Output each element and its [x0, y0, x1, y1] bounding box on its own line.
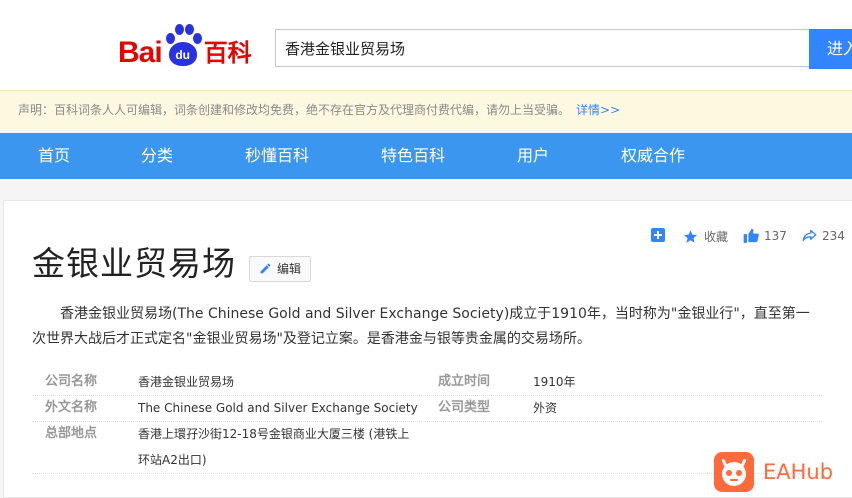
baidu-baike-logo[interactable]: Bai du 百科	[118, 22, 252, 68]
plus-square-icon	[651, 228, 665, 242]
info-label: 公司名称	[45, 374, 98, 389]
nav-item-video-baike[interactable]: 秒懂百科	[245, 133, 309, 179]
info-row: 外文名称 The Chinese Gold and Silver Exchang…	[32, 395, 422, 422]
paw-icon: du	[163, 24, 203, 68]
pencil-icon	[260, 263, 271, 274]
edit-label: 编辑	[277, 262, 302, 276]
info-value: 香港上環孖沙街12-18号金银商业大厦三楼 (港铁上环站A2出口)	[138, 427, 410, 467]
like-count: 137	[764, 228, 787, 243]
like-button[interactable]: 137	[743, 228, 787, 243]
info-value: 香港金银业贸易场	[138, 375, 235, 389]
info-label: 外文名称	[45, 400, 98, 415]
info-label: 总部地点	[45, 426, 98, 441]
disclaimer-notice: 声明：百科词条人人可编辑，词条创建和修改均免费，绝不存在官方及代理商付费代编，请…	[0, 90, 852, 130]
search-input[interactable]: 香港金银业贸易场	[275, 29, 809, 67]
search-button[interactable]: 进入词条	[809, 29, 852, 98]
share-button[interactable]: 234	[802, 228, 845, 243]
star-icon	[683, 230, 698, 243]
header: Bai du 百科 香港金银业贸易场 进入词条	[0, 0, 852, 98]
nav-item-featured[interactable]: 特色百科	[381, 133, 445, 179]
nav-item-user[interactable]: 用户	[517, 133, 549, 179]
logo-bai-text: Bai	[118, 36, 163, 69]
favorite-button[interactable]: 收藏	[683, 228, 728, 245]
robot-icon	[714, 452, 754, 492]
logo-du-text: du	[168, 42, 197, 66]
info-value: The Chinese Gold and Silver Exchange Soc…	[138, 401, 418, 415]
info-row: 公司名称 香港金银业贸易场	[32, 369, 422, 396]
eahub-watermark: EAHub	[714, 452, 833, 492]
nav-item-home[interactable]: 首页	[38, 133, 70, 179]
main-nav: 首页 分类 秒懂百科 特色百科 用户 权威合作	[0, 133, 852, 179]
share-icon	[802, 229, 817, 242]
info-label: 成立时间	[438, 374, 491, 389]
share-count: 234	[822, 228, 845, 243]
info-row: 总部地点 香港上環孖沙街12-18号金银商业大厦三楼 (港铁上环站A2出口)	[32, 421, 422, 474]
nav-item-authority[interactable]: 权威合作	[621, 133, 685, 179]
page-title: 金银业贸易场	[32, 244, 236, 283]
watermark-text: EAHub	[763, 460, 834, 484]
info-value: 外资	[533, 401, 558, 415]
favorite-label: 收藏	[704, 230, 729, 244]
thumbs-up-icon	[743, 228, 759, 243]
info-label: 公司类型	[438, 400, 491, 415]
nav-item-category[interactable]: 分类	[141, 133, 173, 179]
info-row: 公司类型 外资	[425, 395, 822, 422]
entry-summary: 香港金银业贸易场(The Chinese Gold and Silver Exc…	[32, 306, 810, 347]
edit-button[interactable]: 编辑	[249, 256, 311, 282]
notice-details-link[interactable]: 详情>>	[576, 103, 620, 117]
logo-baike-text: 百科	[203, 39, 252, 67]
add-to-list-button[interactable]	[651, 228, 665, 242]
notice-text: 声明：百科词条人人可编辑，词条创建和修改均免费，绝不存在官方及代理商付费代编，请…	[18, 103, 571, 117]
info-value: 1910年	[533, 375, 576, 389]
info-row: 成立时间 1910年	[425, 369, 822, 396]
